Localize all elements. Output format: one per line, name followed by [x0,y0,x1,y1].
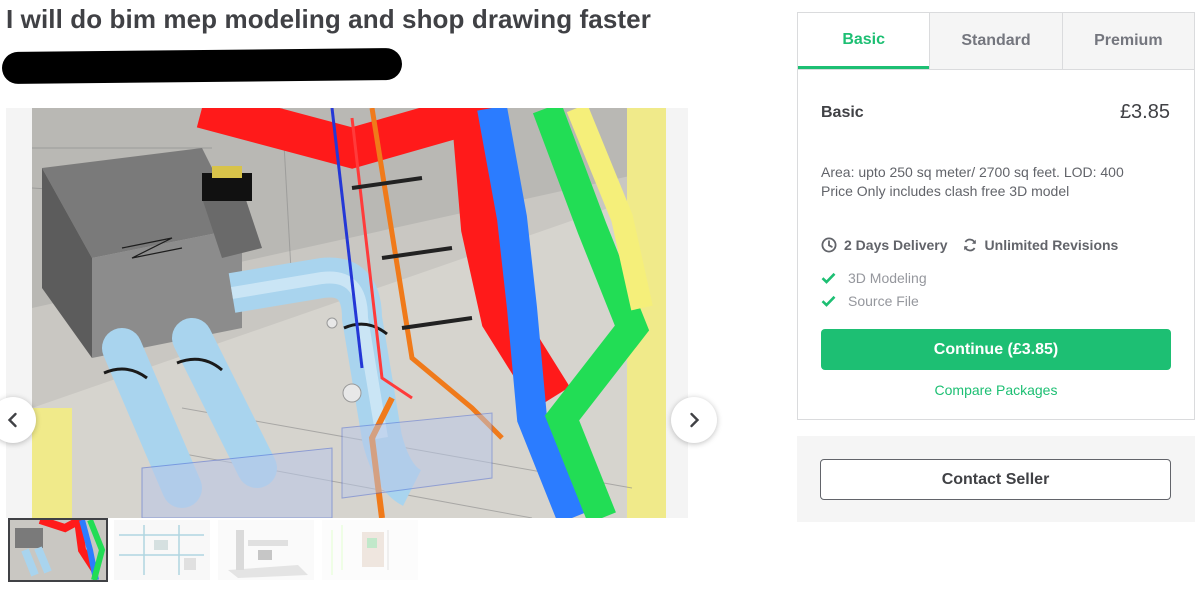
thumbnail-1[interactable] [8,518,108,582]
tab-basic[interactable]: Basic [798,13,930,69]
check-icon [821,272,836,284]
chevron-left-icon [7,412,17,428]
thumbnail-strip [8,518,418,582]
chevron-right-icon [690,412,700,428]
package-header: Basic £3.85 [821,101,1170,124]
package-description-line: Area: upto 250 sq meter/ 2700 sq feet. L… [821,164,1124,180]
main-gallery-image[interactable] [32,108,666,518]
tab-standard[interactable]: Standard [929,13,1062,69]
contact-seller-button[interactable]: Contact Seller [820,459,1171,500]
continue-button[interactable]: Continue (£3.85) [821,329,1171,370]
feature-label: 3D Modeling [848,269,927,286]
thumbnail-3[interactable] [218,520,314,580]
clock-icon [821,237,837,253]
delivery-label: 2 Days Delivery [844,237,948,253]
refresh-icon [963,238,976,252]
feature-item: 3D Modeling [821,266,927,289]
gallery-next-button[interactable] [671,397,717,443]
revisions-label: Unlimited Revisions [984,237,1119,253]
gig-title: I will do bim mep modeling and shop draw… [6,4,651,34]
compare-packages-link[interactable]: Compare Packages [821,382,1171,398]
feature-label: Source File [848,292,919,309]
revisions-info: Unlimited Revisions [962,237,1119,253]
tab-premium[interactable]: Premium [1061,13,1194,69]
gallery-prev-button[interactable] [0,397,36,443]
feature-list: 3D Modeling Source File [821,266,927,312]
package-panel: Basic Standard Premium Basic £3.85 Area:… [797,12,1195,420]
package-tabs: Basic Standard Premium [798,13,1194,70]
redacted-seller-info [1,47,403,85]
thumbnail-2[interactable] [114,520,210,580]
package-price: £3.85 [1119,101,1170,123]
feature-item: Source File [821,289,927,312]
contact-section: Contact Seller [797,436,1195,522]
thumbnail-4[interactable] [322,520,418,580]
image-gallery [0,108,717,518]
package-meta: 2 Days Delivery Unlimited Revisions [821,237,1132,253]
check-icon [821,295,836,307]
package-description: Area: upto 250 sq meter/ 2700 sq feet. L… [821,163,1171,201]
package-name: Basic [821,103,864,121]
package-description-line: Price Only includes clash free 3D model [821,183,1070,199]
delivery-info: 2 Days Delivery [821,237,948,253]
